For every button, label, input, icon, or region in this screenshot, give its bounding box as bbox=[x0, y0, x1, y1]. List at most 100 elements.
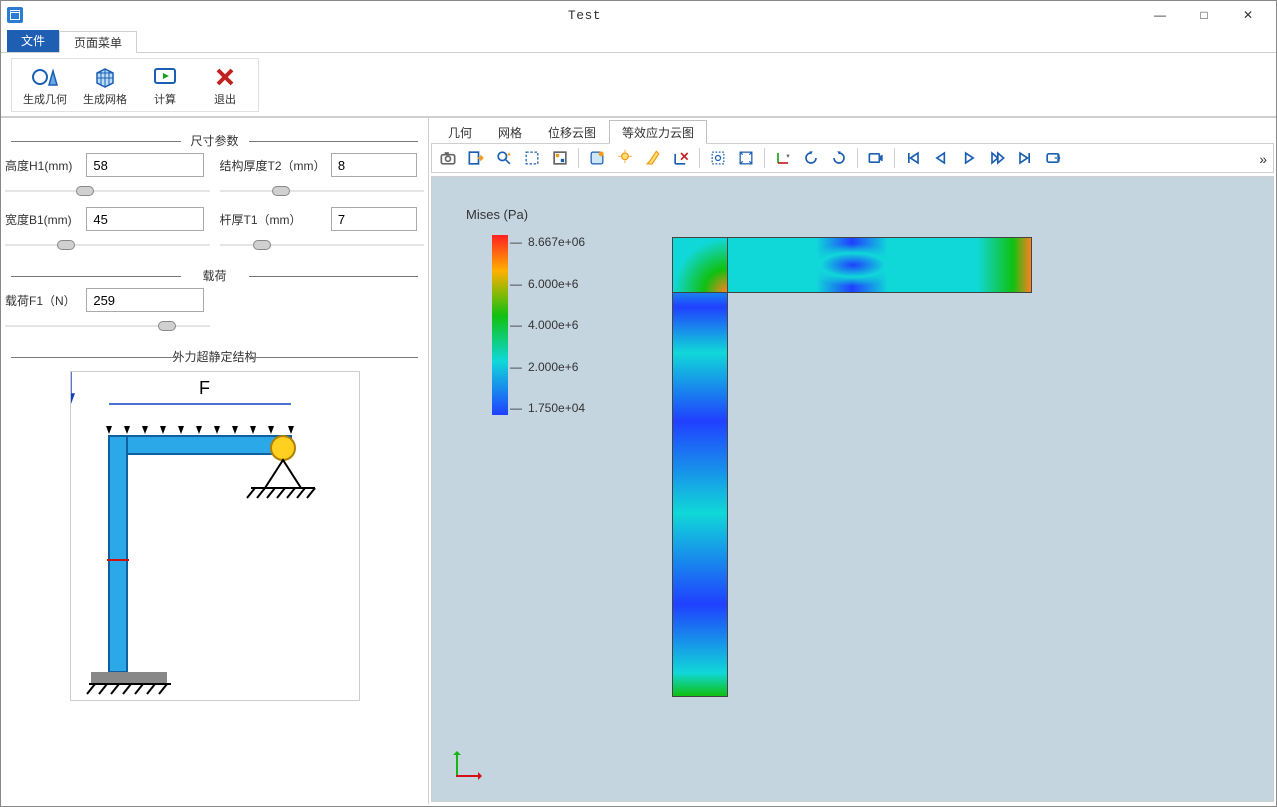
play-button[interactable] bbox=[957, 146, 981, 170]
last-frame-icon bbox=[1015, 148, 1035, 168]
window-title: Test bbox=[31, 8, 1138, 23]
last-frame-button[interactable] bbox=[1013, 146, 1037, 170]
camera-icon bbox=[438, 148, 458, 168]
mesh-cube-icon bbox=[91, 63, 119, 91]
axis-dropdown-icon bbox=[773, 148, 793, 168]
minimize-button[interactable]: — bbox=[1138, 4, 1182, 26]
force-label: F bbox=[199, 378, 210, 398]
ruler-button[interactable] bbox=[641, 146, 665, 170]
fit-all-button[interactable] bbox=[734, 146, 758, 170]
f1-label: 载荷F1（N） bbox=[5, 292, 83, 309]
color-by-icon bbox=[550, 148, 570, 168]
label: 生成网格 bbox=[83, 91, 127, 107]
color-legend: Mises (Pa) 8.667e+066.000e+64.000e+62.00… bbox=[462, 207, 528, 228]
surface-icon bbox=[587, 148, 607, 168]
ruler-icon bbox=[643, 148, 663, 168]
legend-tick: 6.000e+6 bbox=[510, 277, 585, 291]
prev-frame-icon bbox=[931, 148, 951, 168]
viewport-toolbar: » bbox=[431, 143, 1274, 173]
camera-button[interactable] bbox=[436, 146, 460, 170]
tab-file[interactable]: 文件 bbox=[7, 30, 59, 52]
delete-axis-icon bbox=[671, 148, 691, 168]
zoom-box-icon bbox=[708, 148, 728, 168]
rotate-cw-icon bbox=[829, 148, 849, 168]
structure-diagram: F bbox=[70, 371, 360, 701]
light-button[interactable] bbox=[613, 146, 637, 170]
view-tab-2[interactable]: 位移云图 bbox=[535, 120, 609, 144]
b1-label: 宽度B1(mm) bbox=[5, 211, 83, 228]
ribbon-tab-strip: 文件 页面菜单 bbox=[1, 29, 1276, 53]
label: 退出 bbox=[214, 91, 236, 107]
rotate-cw-button[interactable] bbox=[827, 146, 851, 170]
export-icon bbox=[466, 148, 486, 168]
app-icon bbox=[7, 7, 23, 23]
legend-colorbar bbox=[492, 235, 508, 415]
rotate-ccw-icon bbox=[801, 148, 821, 168]
parameter-panel: 尺寸参数 高度H1(mm) 结构厚度T2（mm） 宽度B1(mm) 杆厚T1（m… bbox=[1, 118, 429, 804]
b1-input[interactable] bbox=[86, 207, 204, 231]
label: 计算 bbox=[154, 91, 176, 107]
magic-zoom-button[interactable] bbox=[492, 146, 516, 170]
magic-zoom-icon bbox=[494, 148, 514, 168]
rotate-ccw-button[interactable] bbox=[799, 146, 823, 170]
surface-button[interactable] bbox=[585, 146, 609, 170]
generate-geometry-button[interactable]: 生成几何 bbox=[22, 63, 68, 107]
t2-input[interactable] bbox=[331, 153, 417, 177]
h1-input[interactable] bbox=[86, 153, 204, 177]
export-button[interactable] bbox=[464, 146, 488, 170]
t1-slider[interactable] bbox=[220, 244, 425, 246]
loop-button[interactable] bbox=[1041, 146, 1065, 170]
next-frame-icon bbox=[987, 148, 1007, 168]
view-tab-0[interactable]: 几何 bbox=[435, 120, 485, 144]
axis-dropdown-button[interactable] bbox=[771, 146, 795, 170]
ribbon-bar: 生成几何 生成网格 计算 退出 bbox=[1, 53, 1276, 117]
delete-axis-button[interactable] bbox=[669, 146, 693, 170]
h1-label: 高度H1(mm) bbox=[5, 157, 83, 174]
orientation-triad bbox=[456, 747, 486, 777]
record-button[interactable] bbox=[864, 146, 888, 170]
close-button[interactable]: ✕ bbox=[1226, 4, 1270, 26]
select-area-icon bbox=[522, 148, 542, 168]
toolbar-separator bbox=[699, 148, 700, 168]
f1-slider[interactable] bbox=[5, 325, 210, 327]
light-icon bbox=[615, 148, 635, 168]
toolbar-separator bbox=[764, 148, 765, 168]
zoom-box-button[interactable] bbox=[706, 146, 730, 170]
result-pane: 几何网格位移云图等效应力云图 » Mises (Pa) 8.667e+066.0… bbox=[429, 118, 1276, 804]
size-params-heading: 尺寸参数 bbox=[5, 132, 424, 149]
prev-frame-button[interactable] bbox=[929, 146, 953, 170]
generate-mesh-button[interactable]: 生成网格 bbox=[82, 63, 128, 107]
title-bar: Test — □ ✕ bbox=[1, 1, 1276, 29]
h1-slider[interactable] bbox=[5, 190, 210, 192]
legend-tick: 1.750e+04 bbox=[510, 401, 585, 415]
t2-slider[interactable] bbox=[220, 190, 425, 192]
fit-all-icon bbox=[736, 148, 756, 168]
play-screen-icon bbox=[151, 63, 179, 91]
play-icon bbox=[959, 148, 979, 168]
stress-contour bbox=[672, 237, 1032, 697]
t1-input[interactable] bbox=[331, 207, 417, 231]
t1-label: 杆厚T1（mm） bbox=[220, 211, 328, 228]
exit-button[interactable]: 退出 bbox=[202, 63, 248, 107]
b1-slider[interactable] bbox=[5, 244, 210, 246]
first-frame-icon bbox=[903, 148, 923, 168]
legend-title: Mises (Pa) bbox=[466, 207, 528, 222]
color-by-button[interactable] bbox=[548, 146, 572, 170]
maximize-button[interactable]: □ bbox=[1182, 4, 1226, 26]
record-icon bbox=[866, 148, 886, 168]
select-area-button[interactable] bbox=[520, 146, 544, 170]
tab-page-menu[interactable]: 页面菜单 bbox=[59, 31, 137, 53]
view-tab-strip: 几何网格位移云图等效应力云图 bbox=[429, 118, 1276, 144]
first-frame-button[interactable] bbox=[901, 146, 925, 170]
view-tab-3[interactable]: 等效应力云图 bbox=[609, 120, 707, 144]
view-tab-1[interactable]: 网格 bbox=[485, 120, 535, 144]
loop-icon bbox=[1043, 148, 1063, 168]
viewport-3d[interactable]: Mises (Pa) 8.667e+066.000e+64.000e+62.00… bbox=[431, 176, 1274, 802]
toolbar-separator bbox=[857, 148, 858, 168]
compute-button[interactable]: 计算 bbox=[142, 63, 188, 107]
toolbar-separator bbox=[578, 148, 579, 168]
sphere-cone-icon bbox=[31, 63, 59, 91]
f1-input[interactable] bbox=[86, 288, 204, 312]
next-frame-button[interactable] bbox=[985, 146, 1009, 170]
toolbar-overflow-button[interactable]: » bbox=[1259, 151, 1267, 167]
